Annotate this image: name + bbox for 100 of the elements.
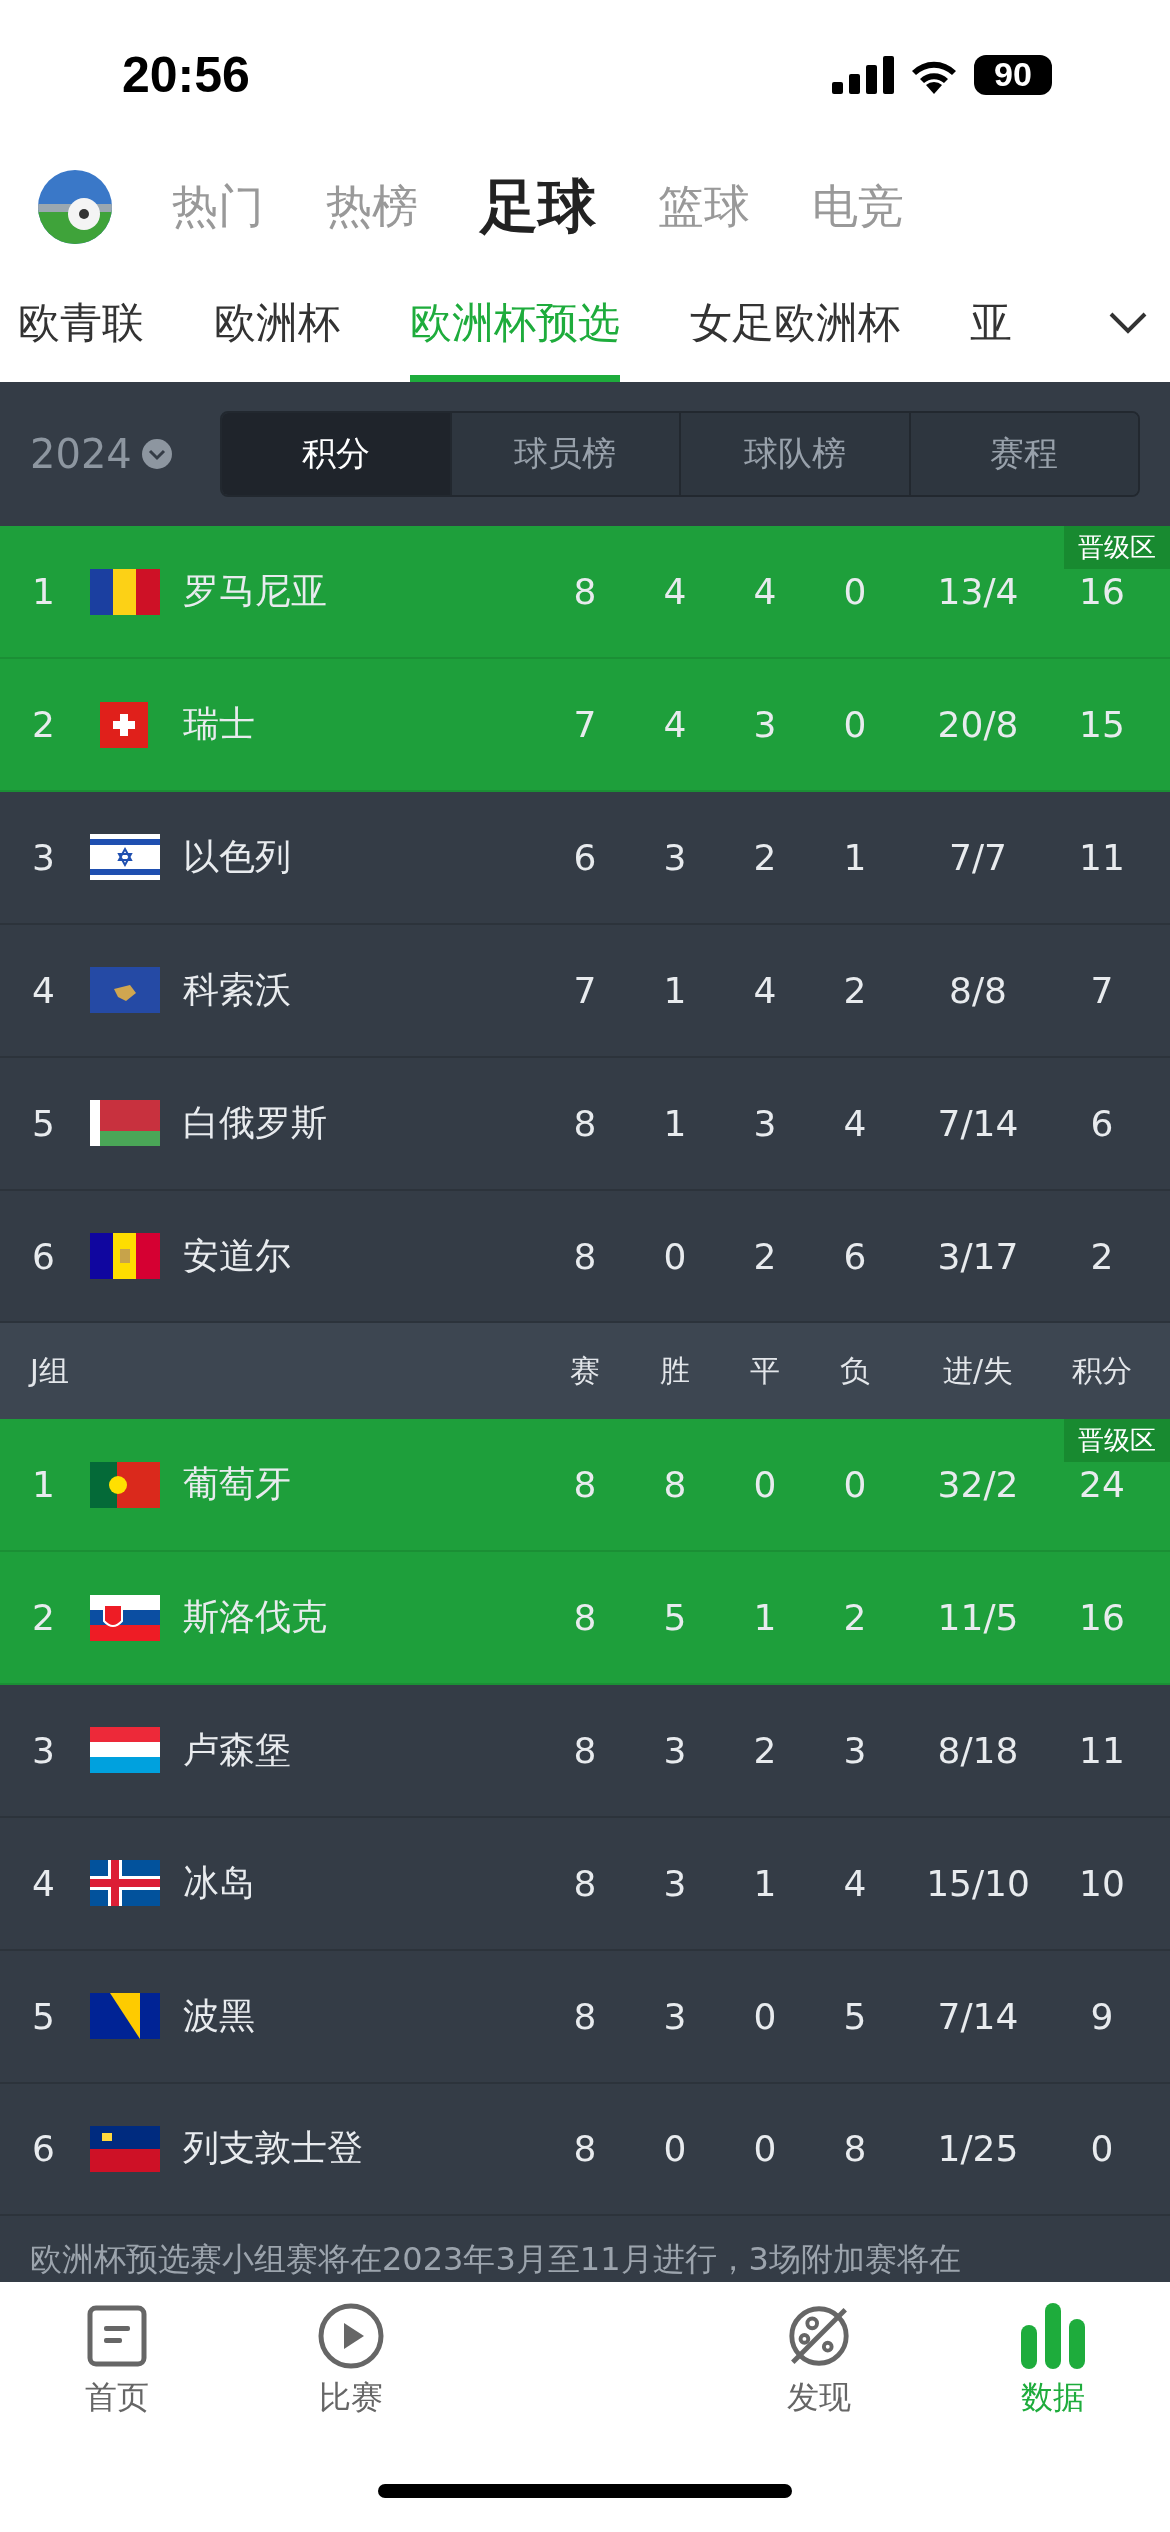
standings-row[interactable]: 5 波黑 8 3 0 5 7/14 9 — [0, 1950, 1170, 2084]
group-name: J组 — [30, 1351, 69, 1390]
table-cell: 3 — [753, 704, 777, 746]
table-cell: 1 — [843, 836, 867, 878]
table-cell: 8 — [843, 2128, 867, 2170]
table-cell: 24 — [1079, 1464, 1125, 1506]
status-time: 20:56 — [122, 45, 250, 104]
table-cell: 0 — [843, 1464, 867, 1506]
table-cell: 8 — [573, 1729, 597, 1771]
rank: 1 — [32, 1464, 55, 1506]
standings-row[interactable]: 6 安道尔 8 0 2 6 3/17 2 — [0, 1190, 1170, 1324]
table-cell: 8 — [663, 1464, 687, 1506]
team-name: 波黑 — [183, 1993, 255, 2038]
table-cell: 0 — [663, 1235, 687, 1277]
table-cell: 8 — [573, 1102, 597, 1144]
flag-icon — [90, 1727, 160, 1774]
table-cell: 4 — [753, 969, 777, 1011]
segment-tab[interactable]: 赛程 — [908, 412, 1138, 495]
table-cell: 0 — [663, 2128, 687, 2170]
standings-row[interactable]: 4 科索沃 7 1 4 2 8/8 7 — [0, 924, 1170, 1058]
league-tab[interactable]: 欧青联 — [18, 264, 144, 382]
table-cell: 11 — [1079, 836, 1125, 878]
table-cell: 9 — [1090, 1995, 1114, 2037]
rank: 4 — [32, 969, 55, 1011]
table-cell: 2 — [753, 1235, 777, 1277]
standings-row[interactable]: 晋级区 1 罗马尼亚 8 4 4 0 13/4 16 — [0, 526, 1170, 660]
table-cell: 3/17 — [937, 1235, 1019, 1277]
league-tab[interactable]: 女足欧洲杯 — [690, 264, 900, 382]
table-cell: 3 — [843, 1729, 867, 1771]
table-cell: 2 — [753, 1729, 777, 1771]
table-cell: 7 — [573, 704, 597, 746]
signal-icon — [832, 55, 894, 94]
standings-row[interactable]: 2 斯洛伐克 8 5 1 2 11/5 16 — [0, 1552, 1170, 1685]
table-cell: 1/25 — [937, 2128, 1019, 2170]
table-cell: 8 — [573, 1862, 597, 1904]
category-tab[interactable]: 足球 — [480, 168, 596, 247]
table-cell: 2 — [843, 969, 867, 1011]
zone-badge: 晋级区 — [1064, 526, 1170, 570]
table-cell: 1 — [663, 1102, 687, 1144]
table-cell: 0 — [1090, 2128, 1114, 2170]
table-cell: 4 — [843, 1102, 867, 1144]
table-cell: 6 — [573, 836, 597, 878]
standings-row[interactable]: 3 卢森堡 8 3 2 3 8/18 11 — [0, 1685, 1170, 1818]
flag-icon — [90, 1461, 160, 1508]
table-cell: 7 — [1090, 969, 1114, 1011]
table-cell: 8 — [573, 1597, 597, 1639]
table-cell: 4 — [843, 1862, 867, 1904]
segment-tab[interactable]: 球员榜 — [449, 412, 679, 495]
column-header: 负 — [840, 1351, 870, 1390]
season-selector[interactable]: 2024 — [30, 430, 220, 477]
team-name: 安道尔 — [183, 1233, 291, 1278]
table-cell: 2 — [1090, 1235, 1114, 1277]
standings-row[interactable]: 2 瑞士 7 4 3 0 20/8 15 — [0, 659, 1170, 793]
team-name: 罗马尼亚 — [183, 569, 327, 614]
table-cell: 7/7 — [949, 836, 1007, 878]
table-cell: 8 — [573, 2128, 597, 2170]
table-cell: 0 — [843, 704, 867, 746]
nav-tab[interactable]: 首页 — [0, 2302, 234, 2421]
flag-icon — [90, 1100, 160, 1147]
standings-row[interactable]: 4 冰岛 8 3 1 4 15/10 10 — [0, 1817, 1170, 1951]
standings-row[interactable]: 5 白俄罗斯 8 1 3 4 7/14 6 — [0, 1057, 1170, 1191]
flag-icon — [90, 568, 160, 615]
table-cell: 3 — [663, 1862, 687, 1904]
rank: 5 — [32, 1102, 55, 1144]
rank: 6 — [32, 1235, 55, 1277]
standings-row[interactable]: 晋级区 1 葡萄牙 8 8 0 0 32/2 24 — [0, 1419, 1170, 1553]
team-name: 瑞士 — [183, 702, 255, 747]
rank: 1 — [32, 571, 55, 613]
bar-chart-icon — [1021, 2302, 1085, 2371]
team-name: 以色列 — [183, 834, 291, 879]
column-header: 进/失 — [942, 1351, 1014, 1390]
column-header: 平 — [750, 1351, 780, 1390]
segment-tab[interactable]: 积分 — [222, 412, 450, 495]
rank: 4 — [32, 1862, 55, 1904]
table-cell: 0 — [753, 2128, 777, 2170]
table-cell: 15 — [1079, 704, 1125, 746]
standings-row[interactable]: 3 以色列 6 3 2 1 7/7 11 — [0, 792, 1170, 925]
league-tab[interactable]: 亚 — [970, 264, 1012, 382]
nav-tab[interactable]: 发现 — [702, 2302, 936, 2421]
table-cell: 4 — [663, 704, 687, 746]
table-cell: 3 — [663, 1729, 687, 1771]
table-cell: 15/10 — [926, 1862, 1030, 1904]
league-tab[interactable]: 欧洲杯 — [214, 264, 340, 382]
table-cell: 3 — [753, 1102, 777, 1144]
table-cell: 1 — [753, 1597, 777, 1639]
rank: 2 — [32, 1597, 55, 1639]
table-cell: 32/2 — [937, 1464, 1019, 1506]
table-cell: 1 — [753, 1862, 777, 1904]
segment-tab[interactable]: 球队榜 — [679, 412, 909, 495]
table-cell: 13/4 — [937, 571, 1019, 613]
nav-tab[interactable]: 数据 — [936, 2302, 1170, 2421]
table-cell: 10 — [1079, 1862, 1125, 1904]
table-cell: 20/8 — [937, 704, 1019, 746]
table-cell: 0 — [843, 571, 867, 613]
team-name: 科索沃 — [183, 967, 291, 1012]
nav-tab[interactable]: 比赛 — [234, 2302, 468, 2421]
table-cell: 3 — [663, 836, 687, 878]
table-cell: 6 — [1090, 1102, 1114, 1144]
standings-row[interactable]: 6 列支敦士登 8 0 0 8 1/25 0 — [0, 2083, 1170, 2217]
table-cell: 8 — [573, 571, 597, 613]
